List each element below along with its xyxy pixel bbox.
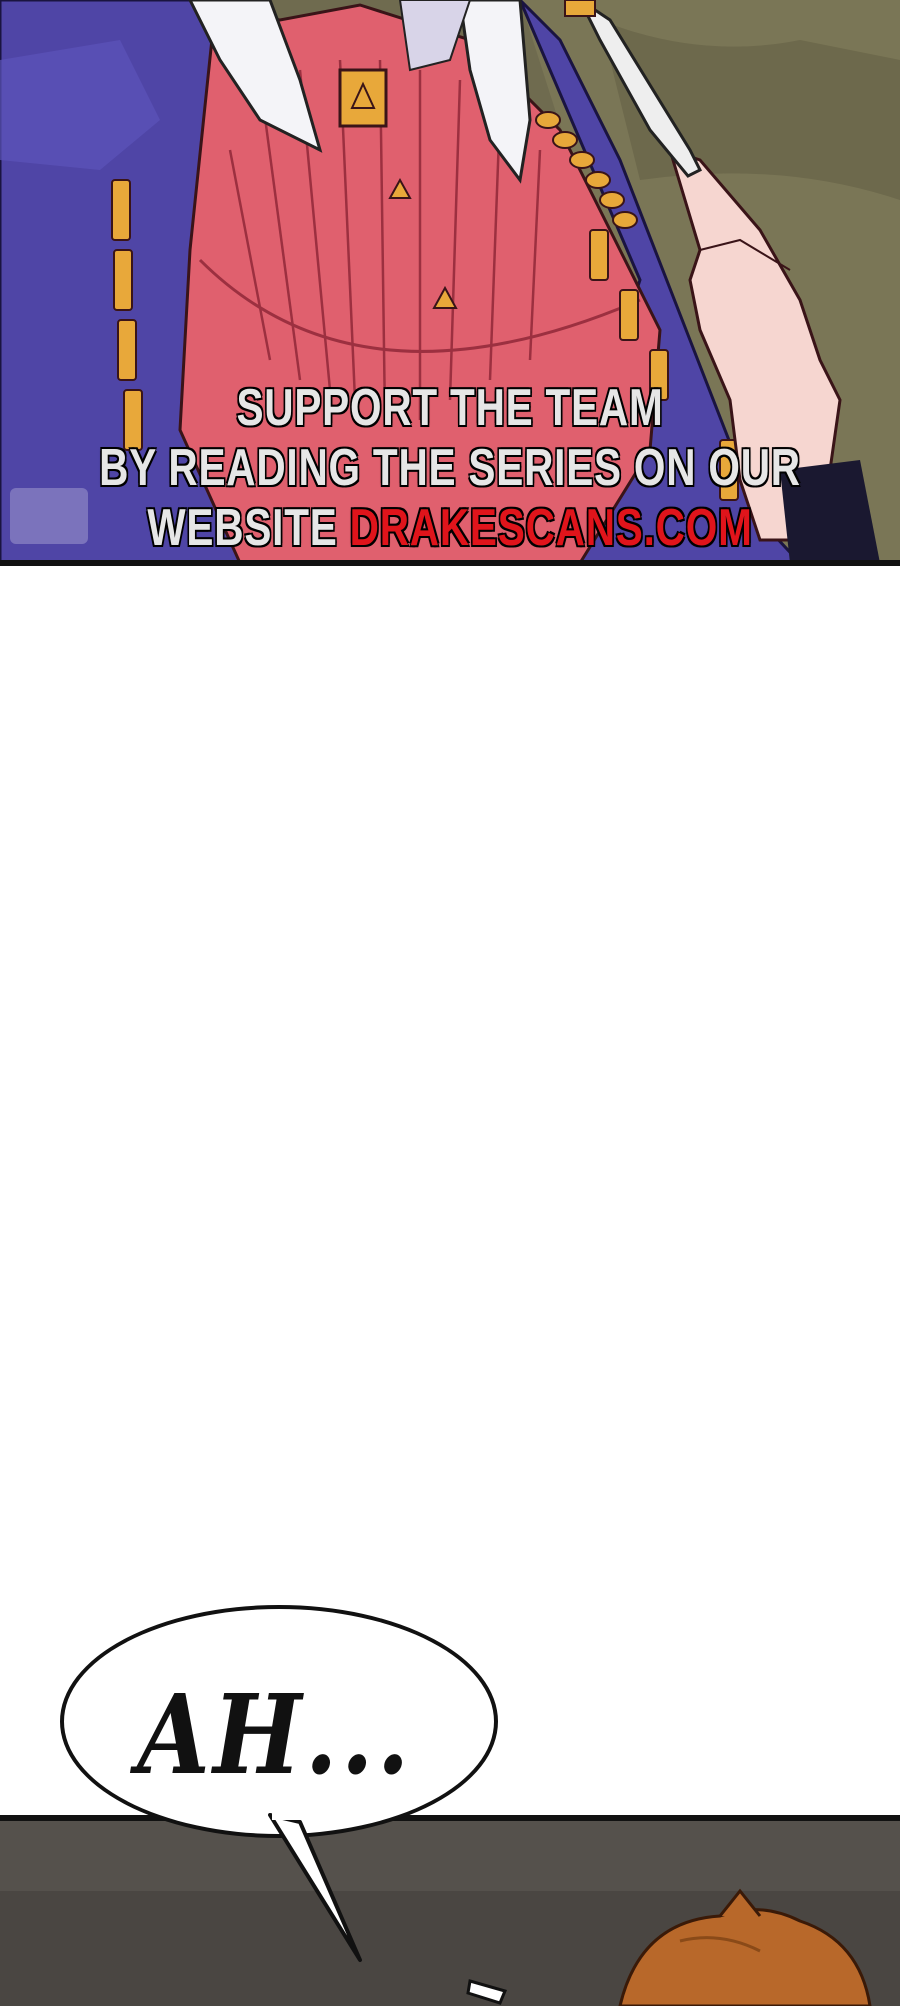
comic-panel-top: SUPPORT THE TEAM BY READING THE SERIES O…: [0, 0, 900, 563]
watermark-site-link[interactable]: DRAKESCANS.COM: [349, 498, 753, 558]
comic-panel-bottom: [0, 1815, 900, 2006]
corner-logo-mark: [10, 488, 88, 544]
watermark-line-3: WEBSITE DRAKESCANS.COM: [99, 498, 801, 558]
watermark-line-1: SUPPORT THE TEAM: [236, 378, 664, 438]
panel-divider: [0, 560, 900, 566]
bottom-panel-scene: [0, 1821, 900, 2006]
speech-bubble-text: AH...: [137, 1670, 413, 1799]
watermark-line-2: BY READING THE SERIES ON OUR: [99, 438, 801, 498]
watermark-line-3-prefix: WEBSITE: [147, 498, 350, 558]
